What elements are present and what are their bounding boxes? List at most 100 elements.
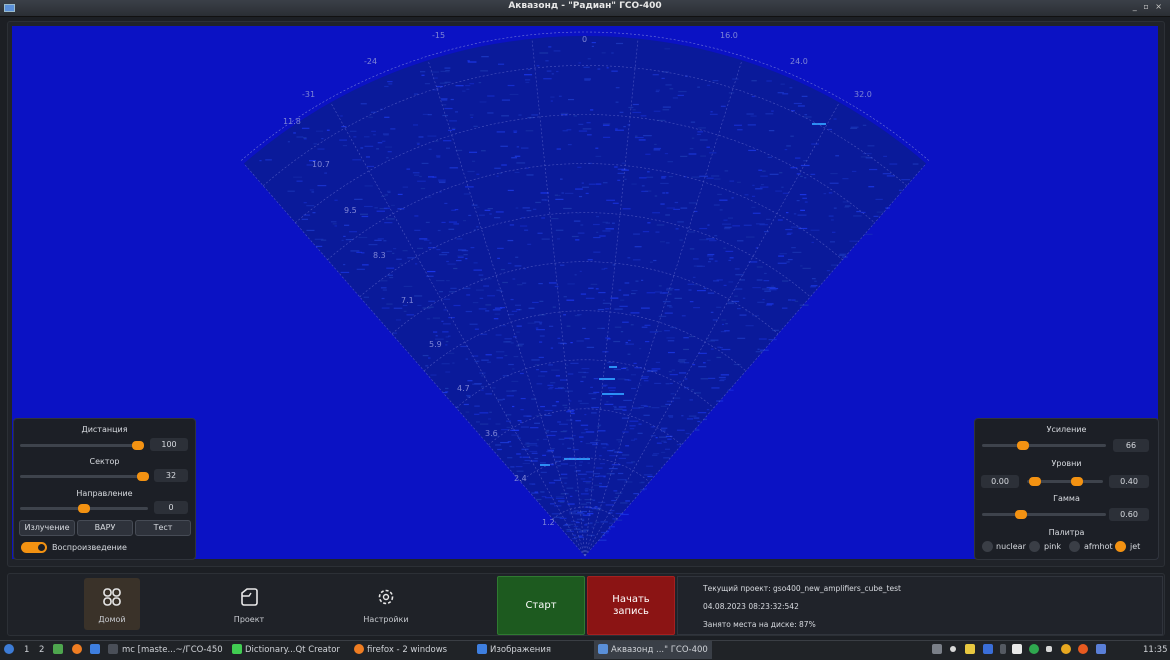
qt-creator-icon[interactable] — [232, 644, 242, 654]
alert-icon[interactable] — [1078, 644, 1088, 654]
levels-min-value[interactable]: 0.00 — [981, 475, 1019, 488]
notes-icon[interactable] — [965, 644, 975, 654]
nav-home-button[interactable]: Домой — [84, 578, 140, 630]
test-button[interactable]: Тест — [135, 520, 191, 536]
sonar-echo — [696, 289, 706, 292]
sonar-echo — [655, 231, 660, 233]
sonar-echo — [383, 134, 389, 136]
sonar-echo — [579, 270, 582, 272]
direction-slider-knob[interactable] — [78, 504, 90, 513]
sonar-echo — [552, 306, 556, 308]
sonar-echo — [674, 289, 680, 291]
sonar-echo — [651, 368, 661, 370]
angle-label: 32.0 — [854, 90, 872, 99]
sonar-echo — [640, 279, 644, 281]
sonar-echo — [651, 407, 660, 409]
sonar-echo — [777, 219, 783, 221]
levels-max-value[interactable]: 0.40 — [1109, 475, 1149, 488]
window-titlebar: Аквазонд - "Радиан" ГСО-400 _ ▫ × — [0, 0, 1170, 17]
gamma-value[interactable]: 0.60 — [1109, 508, 1149, 521]
folder-icon[interactable] — [477, 644, 487, 654]
sonar-echo — [559, 501, 565, 503]
network-icon[interactable] — [1029, 644, 1039, 654]
sonar-echo — [609, 509, 615, 512]
sonar-echo — [611, 499, 617, 502]
taskbar-item-mc[interactable]: mc [maste...~/ГСО-450 — [122, 645, 223, 655]
taskbar-item-images[interactable]: Изображения — [490, 645, 551, 655]
taskbar-item-firefox[interactable]: firefox - 2 windows — [367, 645, 447, 655]
sonar-echo — [518, 114, 522, 116]
levels-max-knob[interactable] — [1071, 477, 1083, 486]
sector-slider[interactable] — [20, 475, 144, 478]
palette-radio-pink[interactable] — [1029, 541, 1040, 552]
folder-launcher-icon[interactable] — [90, 644, 100, 654]
nav-settings-button[interactable]: Настройки — [358, 578, 414, 630]
sonar-echo — [402, 304, 408, 307]
sonar-echo — [580, 441, 583, 443]
tray-icon[interactable] — [1000, 644, 1006, 654]
distance-slider[interactable] — [20, 444, 144, 447]
sonar-echo — [599, 235, 606, 237]
taskbar-item-qtcreator[interactable]: Dictionary...Qt Creator — [245, 645, 340, 655]
volume-icon[interactable] — [950, 646, 956, 652]
gamma-slider-knob[interactable] — [1015, 510, 1027, 519]
sonar-echo — [564, 482, 567, 484]
direction-value[interactable]: 0 — [154, 501, 188, 514]
sonar-echo — [326, 129, 330, 131]
gain-slider-knob[interactable] — [1017, 441, 1029, 450]
files-icon[interactable] — [53, 644, 63, 654]
sonar-echo — [386, 267, 395, 269]
palette-radio-jet[interactable] — [1115, 541, 1126, 552]
workspace-2[interactable]: 2 — [39, 645, 44, 655]
start-record-button[interactable]: Начать запись — [587, 576, 675, 635]
levels-min-knob[interactable] — [1029, 477, 1041, 486]
sector-value[interactable]: 32 — [154, 469, 188, 482]
document-icon[interactable] — [1012, 644, 1022, 654]
palette-radio-nuclear[interactable] — [982, 541, 993, 552]
sector-slider-knob[interactable] — [137, 472, 149, 481]
sonar-echo — [434, 140, 439, 142]
sonar-echo — [745, 325, 754, 327]
nav-project-button[interactable]: Проект — [221, 578, 277, 630]
varu-button[interactable]: ВАРУ — [77, 520, 133, 536]
sonar-strong-echo — [564, 458, 590, 460]
gamma-slider[interactable] — [982, 513, 1106, 516]
terminal-icon[interactable] — [108, 644, 118, 654]
start-menu-icon[interactable] — [4, 644, 14, 654]
firefox-icon[interactable] — [354, 644, 364, 654]
sonar-echo — [546, 429, 550, 432]
emission-button[interactable]: Излучение — [19, 520, 75, 536]
sonar-echo — [582, 128, 592, 130]
distance-slider-knob[interactable] — [132, 441, 144, 450]
sonar-echo — [555, 375, 560, 377]
palette-radio-afmhot[interactable] — [1069, 541, 1080, 552]
playback-toggle[interactable] — [21, 542, 47, 553]
sonar-echo — [461, 250, 469, 252]
window-controls[interactable]: _ ▫ × — [1133, 2, 1164, 11]
sonar-echo — [485, 310, 490, 312]
sonar-echo — [862, 152, 872, 155]
wifi-icon[interactable] — [1046, 646, 1052, 652]
disk-usage-text: Занято места на диске: 87% — [703, 620, 816, 629]
sonar-echo — [510, 298, 514, 301]
firefox-launcher-icon[interactable] — [72, 644, 82, 654]
update-icon[interactable] — [1061, 644, 1071, 654]
gain-value[interactable]: 66 — [1113, 439, 1149, 452]
sonar-echo — [595, 467, 603, 469]
display-icon[interactable] — [1096, 644, 1106, 654]
workspace-1[interactable]: 1 — [24, 645, 29, 655]
sonar-echo — [757, 301, 765, 303]
tray-icon[interactable] — [932, 644, 942, 654]
sonar-echo — [425, 221, 430, 223]
sonar-echo — [465, 358, 469, 360]
start-button[interactable]: Старт — [497, 576, 585, 635]
distance-value[interactable]: 100 — [150, 438, 188, 451]
gain-slider[interactable] — [982, 444, 1106, 447]
sonar-echo — [577, 166, 582, 168]
bluetooth-icon[interactable] — [983, 644, 993, 654]
app-window-icon[interactable] — [598, 644, 608, 654]
sonar-echo — [901, 179, 911, 181]
taskbar-item-akvazond[interactable]: Аквазонд ..." ГСО-400 — [611, 645, 708, 655]
sonar-echo — [483, 285, 490, 287]
sonar-echo — [669, 306, 673, 308]
